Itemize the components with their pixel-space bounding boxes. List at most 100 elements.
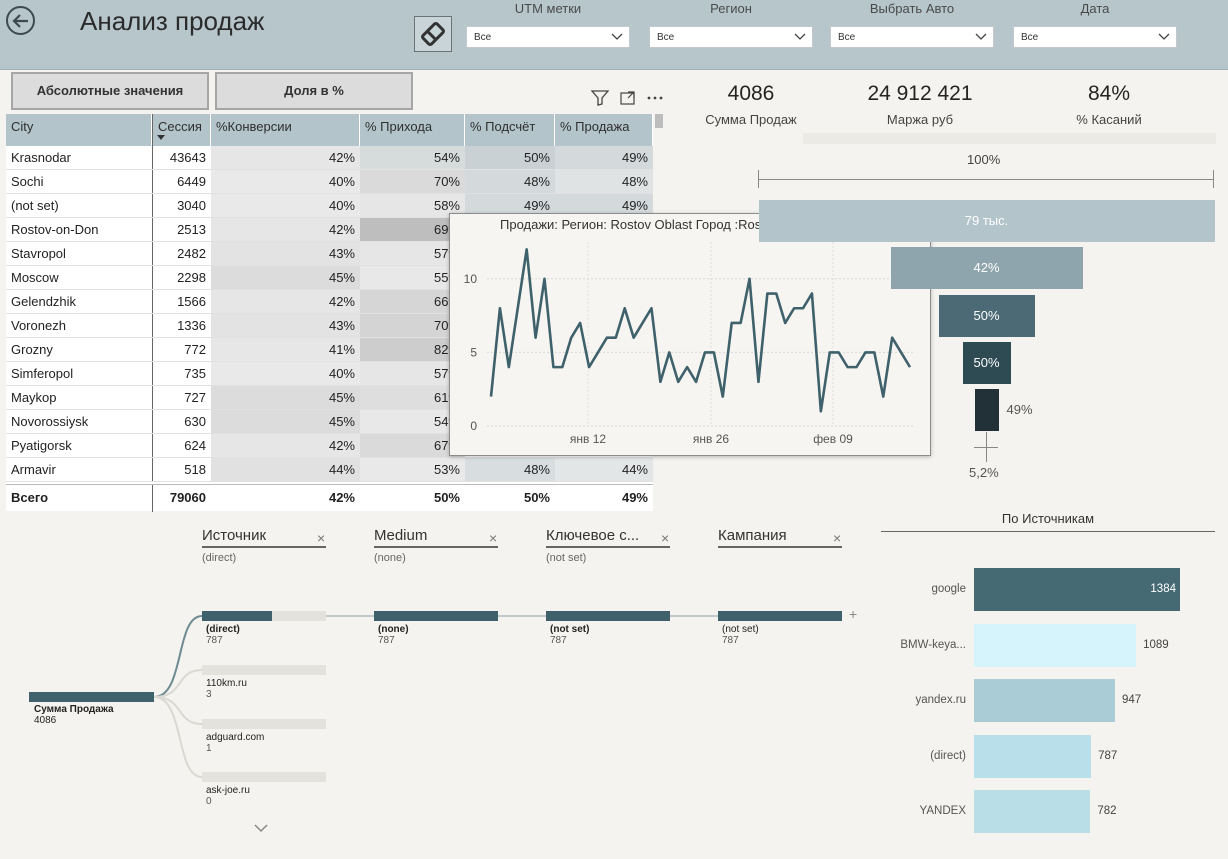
- decomp-node-label: (not set): [722, 624, 759, 635]
- sales-line-chart: 0 5 10 янв 12 янв 26 фев 09: [464, 242, 914, 446]
- decomp-node-bar[interactable]: [202, 772, 326, 782]
- column-header[interactable]: % Прихода: [360, 114, 465, 146]
- decomp-level-title[interactable]: Medium: [374, 527, 489, 544]
- slicer-label: Выбрать Авто: [869, 1, 955, 16]
- table-total-cell: Всего: [11, 490, 49, 505]
- decomp-root-bar[interactable]: [29, 692, 154, 702]
- decomp-level-rule: [374, 546, 498, 548]
- slicer-dropdown[interactable]: Все: [466, 26, 630, 48]
- column-header[interactable]: % Продажа: [555, 114, 653, 146]
- decomp-node-value: 787: [550, 635, 567, 646]
- table-cell: Novorossiysk: [6, 410, 152, 433]
- filter-icon[interactable]: [591, 90, 609, 106]
- decomp-node-bar[interactable]: [718, 611, 842, 621]
- table-cell: 48%: [465, 170, 555, 193]
- decomp-node-bar[interactable]: [202, 719, 326, 729]
- decomp-node-label: 110km.ru: [206, 678, 247, 689]
- clear-filters-button[interactable]: [414, 16, 452, 52]
- table-row[interactable]: Armavir 518 44% 53% 48% 44%: [6, 458, 653, 482]
- table-cell: 624: [152, 434, 211, 457]
- chevron-down-icon[interactable]: [253, 820, 269, 838]
- table-total-cell: 79060: [152, 485, 211, 512]
- decomp-root-label: Сумма Продажа: [34, 704, 114, 715]
- source-bar[interactable]: [974, 679, 1115, 722]
- sources-title: По Источникам: [1001, 511, 1095, 526]
- chevron-down-icon: [611, 31, 623, 44]
- source-value: 1089: [1143, 638, 1169, 651]
- slicer-value: Все: [838, 32, 856, 43]
- table-cell: 40%: [211, 362, 360, 385]
- decomp-node-label: (not set): [550, 624, 590, 635]
- slicer-dropdown[interactable]: Все: [830, 26, 994, 48]
- source-label: google: [931, 583, 966, 595]
- column-header[interactable]: City: [6, 114, 152, 146]
- table-cell: 45%: [211, 410, 360, 433]
- decomp-connector: [153, 696, 203, 725]
- source-bar[interactable]: [974, 790, 1091, 833]
- close-icon[interactable]: ×: [661, 530, 669, 546]
- table-cell: 518: [152, 458, 211, 481]
- absolute-values-toggle[interactable]: Абсолютные значения: [11, 72, 209, 110]
- decomp-node-value: 0: [206, 796, 212, 807]
- decomp-connector: [153, 696, 203, 778]
- decomp-node-bar[interactable]: [202, 611, 326, 621]
- decomp-connector: [153, 669, 203, 698]
- table-cell: 40%: [211, 170, 360, 193]
- decomp-node-value: 787: [722, 635, 739, 646]
- table-cell: 42%: [211, 290, 360, 313]
- page-title: Анализ продаж: [80, 6, 265, 36]
- close-icon[interactable]: ×: [833, 530, 841, 546]
- funnel-bar-label: 49%: [1006, 402, 1033, 417]
- focus-mode-icon[interactable]: [620, 90, 636, 106]
- table-cell: Krasnodar: [6, 146, 152, 169]
- table-row[interactable]: Krasnodar 43643 42% 54% 50% 49%: [6, 146, 653, 170]
- percent-share-toggle[interactable]: Доля в %: [215, 72, 413, 110]
- column-header[interactable]: % Подсчёт: [465, 114, 555, 146]
- funnel-bar[interactable]: 42%: [890, 247, 1083, 289]
- sales-series-line[interactable]: [489, 248, 912, 413]
- decomp-level-rule: [202, 546, 326, 548]
- source-value: 947: [1121, 694, 1142, 706]
- column-header[interactable]: %Конверсии: [211, 114, 360, 146]
- decomp-node-value: 1: [206, 743, 212, 754]
- chevron-down-icon: [1158, 31, 1170, 44]
- decomp-node-bar[interactable]: [546, 611, 670, 621]
- decomp-node-bar[interactable]: [202, 665, 326, 675]
- decomp-level-title[interactable]: Источник: [202, 527, 317, 544]
- table-cell: 53%: [360, 458, 465, 481]
- decomp-node-bar[interactable]: [374, 611, 498, 621]
- source-label: YANDEX: [919, 805, 966, 817]
- source-bar[interactable]: [974, 623, 1137, 667]
- decomp-level-title[interactable]: Ключевое с...: [546, 527, 661, 544]
- expand-plus-icon[interactable]: +: [849, 606, 857, 622]
- slicer-dropdown[interactable]: Все: [649, 26, 813, 48]
- close-icon[interactable]: ×: [489, 530, 497, 546]
- decomp-level-title[interactable]: Кампания: [718, 527, 833, 544]
- table-row[interactable]: Sochi 6449 40% 70% 48% 48%: [6, 170, 653, 194]
- funnel-scale-tick-right: [1213, 170, 1214, 188]
- funnel-bar[interactable]: [974, 389, 999, 431]
- kpi-underline: [803, 133, 1216, 144]
- table-cell: 45%: [211, 266, 360, 289]
- kpi-label: Маржа руб: [886, 112, 954, 127]
- funnel-bar[interactable]: 50%: [962, 342, 1011, 384]
- source-bar[interactable]: [974, 734, 1092, 778]
- back-button[interactable]: [6, 6, 35, 35]
- table-cell: 772: [152, 338, 211, 361]
- close-icon[interactable]: ×: [317, 530, 325, 546]
- table-cell: 43%: [211, 242, 360, 265]
- decomp-level-filter: (not set): [546, 552, 587, 564]
- table-cell: 45%: [211, 386, 360, 409]
- slicer-dropdown[interactable]: Все: [1013, 26, 1177, 48]
- source-value: 782: [1097, 805, 1117, 817]
- x-tick-label: фев 09: [813, 432, 853, 446]
- table-cell: 54%: [360, 146, 465, 169]
- table-cell: 43%: [211, 314, 360, 337]
- table-cell: Sochi: [6, 170, 152, 193]
- funnel-bar[interactable]: 79 тыс.: [758, 200, 1215, 242]
- column-header[interactable]: Сессия: [152, 114, 211, 146]
- table-cell: 630: [152, 410, 211, 433]
- chevron-down-icon: [975, 31, 987, 44]
- table-cell: 41%: [211, 338, 360, 361]
- funnel-bar[interactable]: 50%: [938, 295, 1035, 337]
